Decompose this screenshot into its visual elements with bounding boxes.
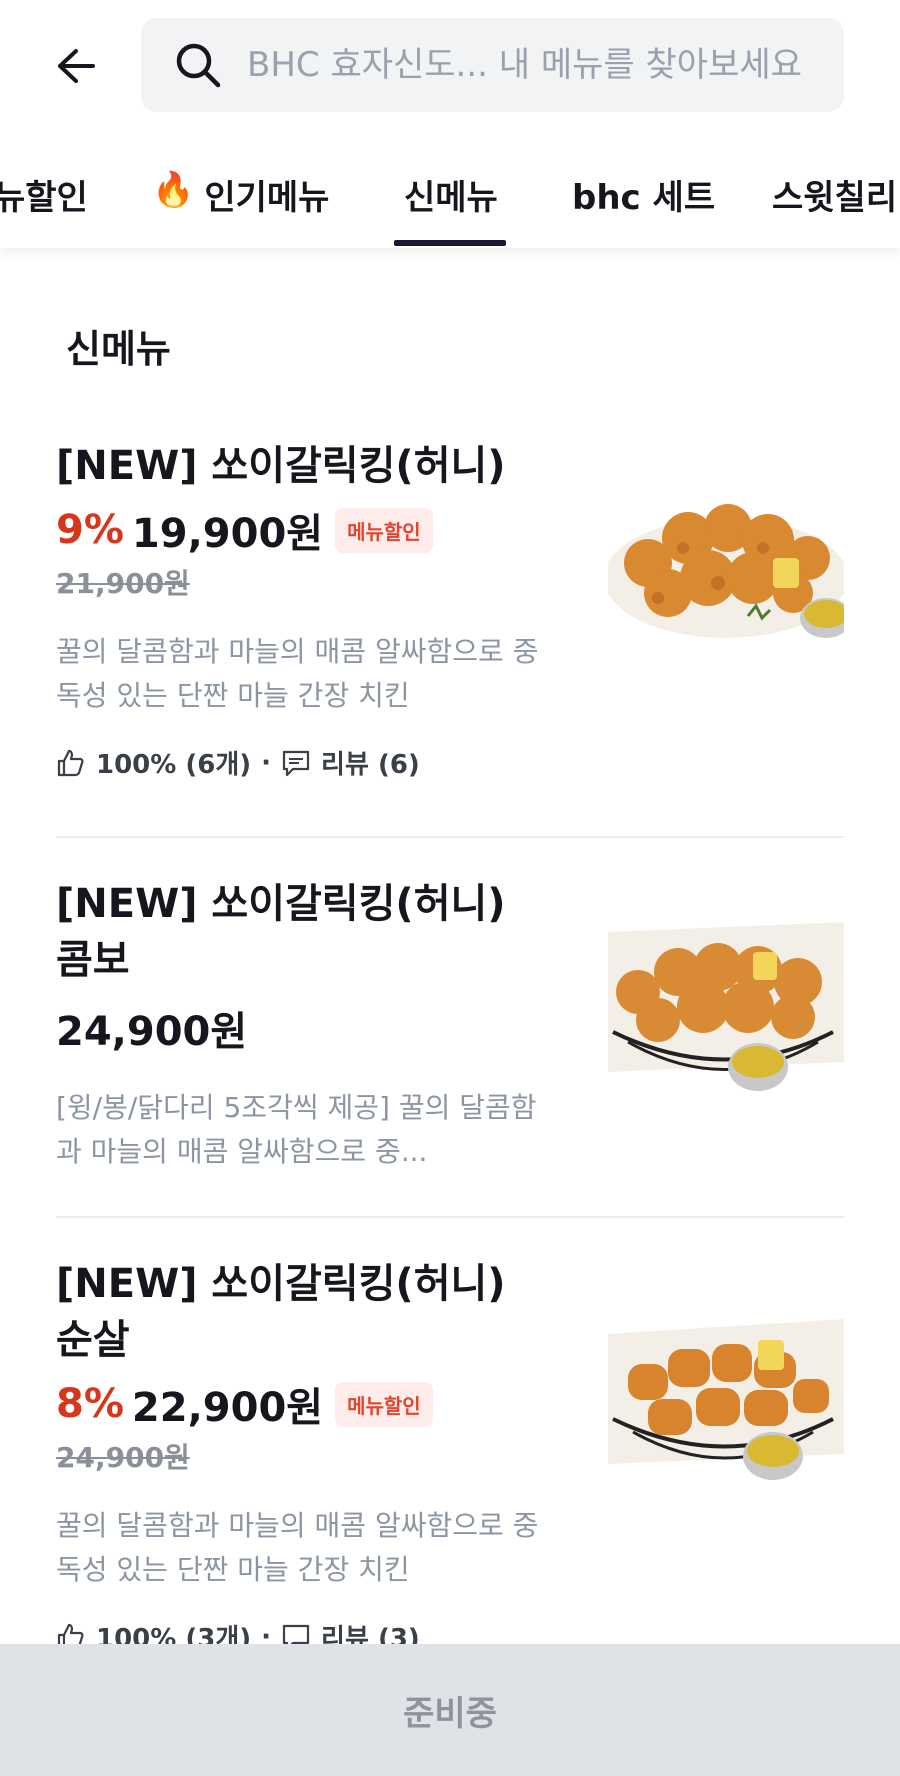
top-header: 뉴할인 🔥인기메뉴 신메뉴 bhc 세트 스윗칠리 <box>0 0 900 248</box>
menu-item[interactable]: [NEW] 쏘이갈릭킹(허니) 9% 19,900원 메뉴할인 21,900원 … <box>56 438 844 781</box>
section-title: 신메뉴 <box>66 327 171 371</box>
fried-chicken-basket-image <box>608 922 844 1091</box>
discount-badge: 메뉴할인 <box>335 1381 433 1427</box>
tab-label: 뉴할인 <box>0 178 88 218</box>
fried-chicken-plate-image <box>608 504 844 638</box>
tab-label: 인기메뉴 <box>204 178 330 218</box>
item-divider <box>56 836 844 838</box>
tab-sweet-chili[interactable]: 스윗칠리 <box>772 150 897 248</box>
menu-item[interactable]: [NEW] 쏘이갈릭킹(허니) 순살 8% 22,900원 메뉴할인 24,90… <box>56 1256 844 1655</box>
item-description: 꿀의 달콤함과 마늘의 매콤 알싸함으로 중독성 있는 단짠 마늘 간장 치킨 <box>56 1509 539 1586</box>
item-name: [NEW] 쏘이갈릭킹(허니) 순살 <box>56 1261 506 1363</box>
item-divider <box>56 1216 844 1218</box>
item-description: 꿀의 달콤함과 마늘의 매콤 알싸함으로 중독성 있는 단짠 마늘 간장 치킨 <box>56 635 539 712</box>
tab-popular[interactable]: 🔥 인기메뉴 <box>152 150 329 248</box>
tab-label: 신메뉴 <box>404 178 498 218</box>
separator-dot: · <box>261 747 272 778</box>
tab-menu-discount[interactable]: 뉴할인 <box>0 150 88 248</box>
tab-label: bhc 세트 <box>572 178 716 218</box>
tab-bhc-set[interactable]: bhc 세트 <box>572 150 715 248</box>
comment-icon <box>281 748 311 778</box>
item-price: 19,900원 <box>131 511 324 557</box>
boneless-chicken-basket-image <box>608 1319 844 1480</box>
tab-label: 스윗칠리 <box>772 178 898 218</box>
item-meta: 100% (6개) · 리뷰 (6) <box>56 744 844 781</box>
thumbs-up-icon <box>56 748 86 778</box>
tab-new-menu[interactable]: 신메뉴 <box>404 150 498 248</box>
arrow-left-icon <box>58 49 95 83</box>
search-icon <box>173 39 225 91</box>
discount-badge: 메뉴할인 <box>335 507 433 553</box>
review-count: 리뷰 (6) <box>321 750 420 780</box>
rating-text: 100% (6개) <box>96 750 252 780</box>
discount-rate: 9% <box>56 507 124 553</box>
item-description: [윙/봉/닭다리 5조각씩 제공] 꿀의 달콤함과 마늘의 매콤 알싸함으로 중… <box>56 1091 537 1168</box>
active-tab-indicator <box>394 240 506 246</box>
preparing-label: 준비중 <box>403 1693 497 1734</box>
discount-rate: 8% <box>56 1381 124 1427</box>
back-button[interactable] <box>46 36 106 96</box>
item-price: 22,900원 <box>131 1385 324 1431</box>
item-name: [NEW] 쏘이갈릭킹(허니) 콤보 <box>56 881 506 983</box>
search-bar[interactable] <box>141 18 844 112</box>
category-tabs: 뉴할인 🔥 인기메뉴 신메뉴 bhc 세트 스윗칠리 <box>0 150 900 248</box>
item-price: 24,900원 <box>56 1009 248 1055</box>
item-name: [NEW] 쏘이갈릭킹(허니) <box>56 443 506 489</box>
search-input[interactable] <box>247 45 827 85</box>
preparing-bar[interactable]: 준비중 <box>0 1644 900 1776</box>
fire-icon: 🔥 <box>152 170 195 210</box>
menu-item[interactable]: [NEW] 쏘이갈릭킹(허니) 콤보 24,900원 [윙/봉/닭다리 5조각씩… <box>56 876 844 1174</box>
